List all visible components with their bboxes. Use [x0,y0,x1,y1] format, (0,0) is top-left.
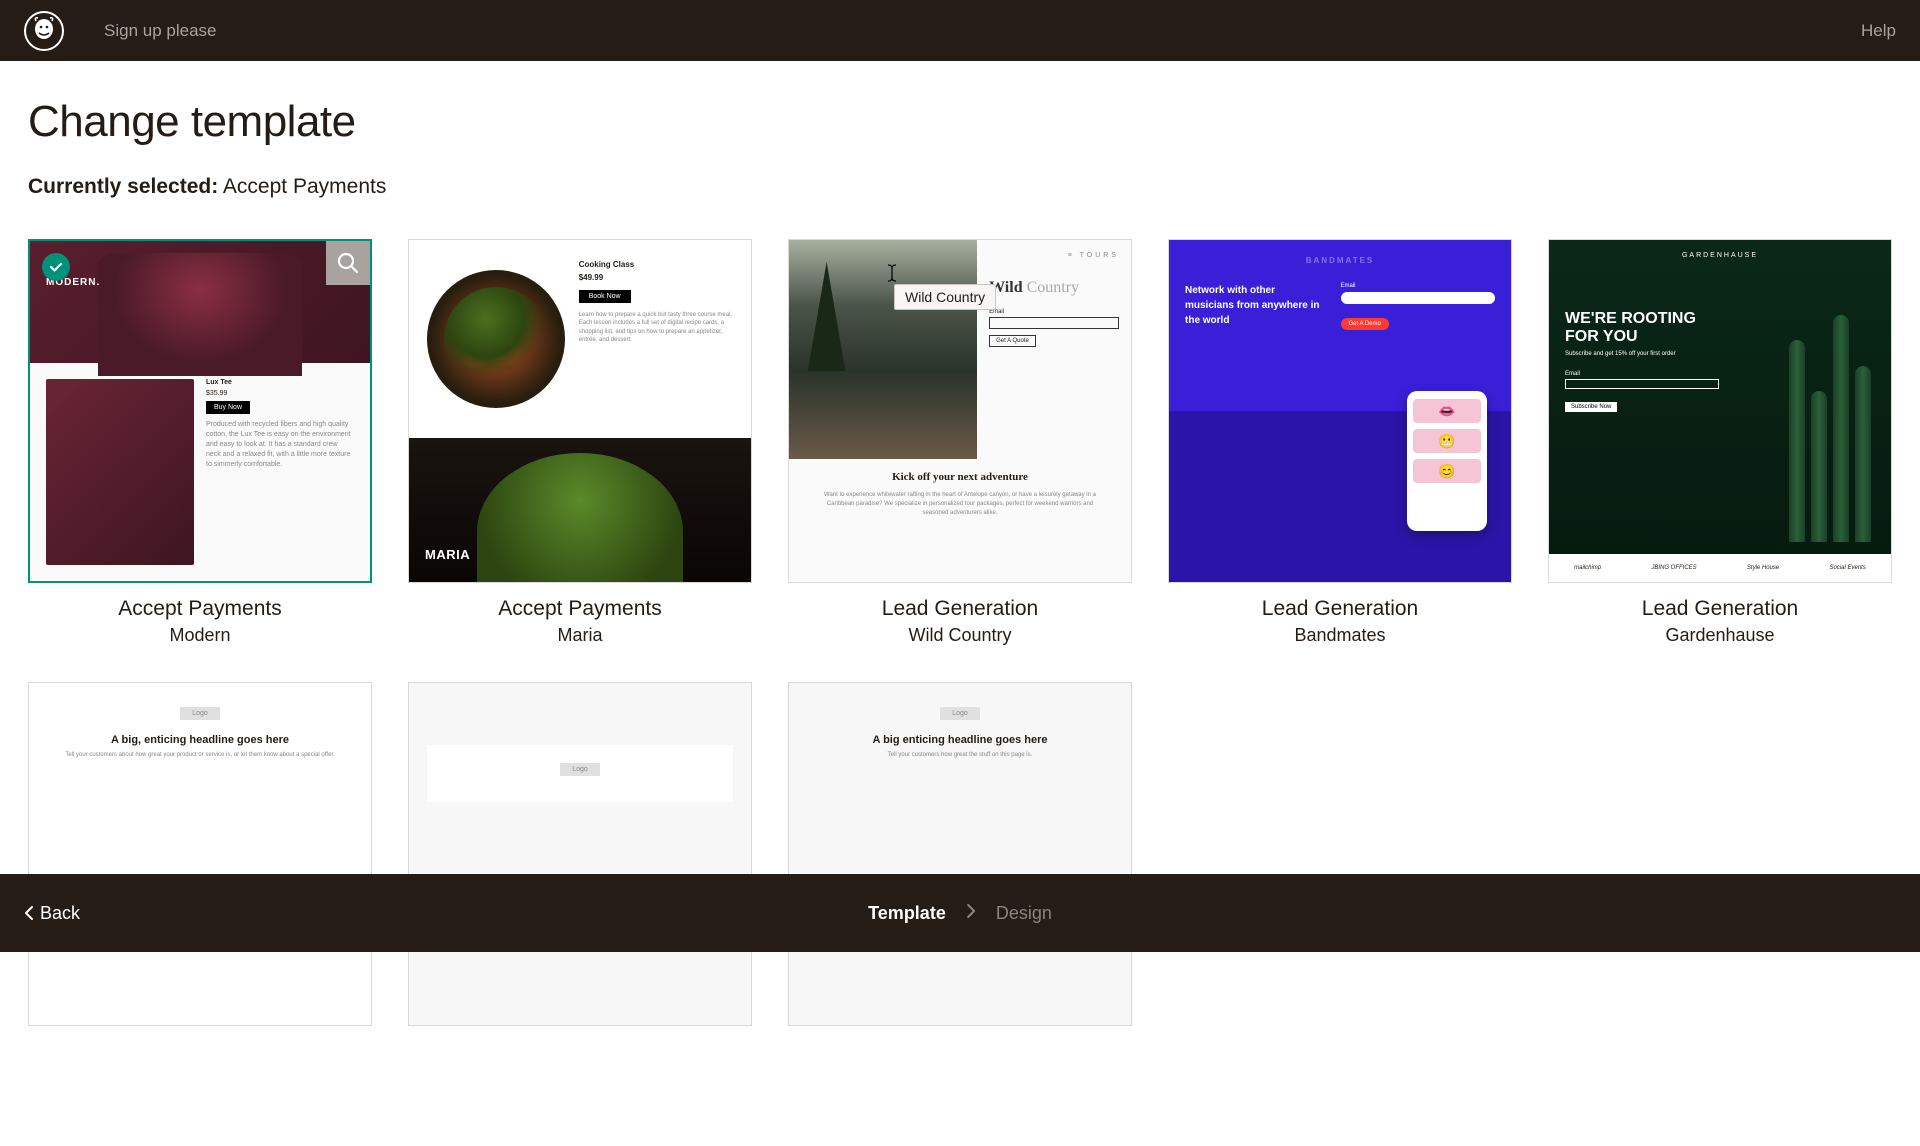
step-template[interactable]: Template [868,903,946,924]
template-card-generic-1[interactable]: Logo A big, enticing headline goes here … [28,682,372,1026]
template-thumb: Logo A big enticing headline goes here T… [788,682,1132,1026]
text-cursor-icon [886,263,898,289]
template-name: Gardenhause [1665,625,1774,646]
currently-selected: Currently selected: Accept Payments [28,175,1892,199]
template-name: Bandmates [1294,625,1385,646]
template-category: Lead Generation [882,597,1038,621]
template-category: Accept Payments [118,597,281,621]
mailchimp-logo[interactable] [24,11,64,51]
template-card-generic-2[interactable]: Logo [408,682,752,1026]
template-card-modern[interactable]: MODERN. Lux Tee $35.99 Buy Now Produced … [28,239,372,646]
header-title: Sign up please [104,21,216,41]
step-indicator: Template Design [868,903,1052,924]
template-name: Wild Country [908,625,1011,646]
template-card-generic-3[interactable]: Logo A big enticing headline goes here T… [788,682,1132,1026]
top-header: Sign up please Help [0,0,1920,61]
template-thumb: MODERN. Lux Tee $35.99 Buy Now Produced … [28,239,372,583]
back-button[interactable]: Back [24,903,80,924]
template-card-bandmates[interactable]: BANDMATES Network with other musicians f… [1168,239,1512,646]
template-thumb: Logo A big, enticing headline goes here … [28,682,372,1026]
hover-tooltip: Wild Country [894,284,996,310]
zoom-icon[interactable] [326,241,370,285]
page-title: Change template [28,97,1892,147]
template-card-gardenhause[interactable]: GARDENHAUSE WE'RE ROOTING FOR YOU Subscr… [1548,239,1892,646]
template-card-wild-country[interactable]: Wild Country ≡ TOURS Wild Country Email … [788,239,1132,646]
help-link[interactable]: Help [1861,21,1896,41]
bottom-footer: Back Template Design [0,874,1920,952]
template-category: Lead Generation [1262,597,1418,621]
template-category: Accept Payments [498,597,661,621]
selected-label: Currently selected: [28,175,218,198]
selected-value: Accept Payments [223,175,386,198]
selected-check-icon [42,253,70,281]
chevron-right-icon [966,903,976,924]
template-category: Lead Generation [1642,597,1798,621]
main-content: Change template Currently selected: Acce… [0,61,1920,1146]
template-card-maria[interactable]: Cooking Class $49.99 Book Now Learn how … [408,239,752,646]
template-thumb: Logo [408,682,752,1026]
template-thumb: Wild Country ≡ TOURS Wild Country Email … [788,239,1132,583]
template-thumb: BANDMATES Network with other musicians f… [1168,239,1512,583]
step-design[interactable]: Design [996,903,1052,924]
chevron-left-icon [24,905,34,921]
template-name: Maria [557,625,602,646]
template-thumb: Cooking Class $49.99 Book Now Learn how … [408,239,752,583]
template-name: Modern [169,625,230,646]
template-thumb: GARDENHAUSE WE'RE ROOTING FOR YOU Subscr… [1548,239,1892,583]
